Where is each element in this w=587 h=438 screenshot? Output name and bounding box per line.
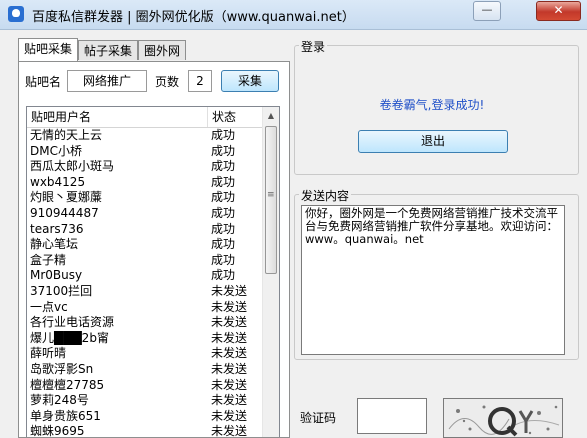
list-item-status: 未发送 xyxy=(211,408,248,423)
list-item-username: 爆儿███2b甯 xyxy=(30,330,109,345)
list-item[interactable]: 单身贵族651 未发送 xyxy=(27,409,263,425)
tieba-collect-panel: 贴吧名 网络推广 页数 2 采集 贴吧用户名 状态 无情的天上云 成功 DMC小桥成… xyxy=(18,61,290,438)
scrollbar-thumb[interactable] xyxy=(265,126,277,274)
list-item-username: DMC小桥 xyxy=(30,143,82,158)
close-button[interactable]: ✕ xyxy=(536,1,581,21)
column-header-status[interactable]: 状态 xyxy=(208,107,263,127)
list-item-username: 薛听晴 xyxy=(30,346,67,361)
list-item-status: 成功 xyxy=(211,159,236,174)
list-item[interactable]: 萝莉248号 未发送 xyxy=(27,393,263,409)
send-content-legend: 发送内容 xyxy=(299,187,352,204)
scroll-up-icon[interactable]: ▲ xyxy=(263,107,279,124)
list-item[interactable]: 灼眼丶夏娜薕 成功 xyxy=(27,190,263,206)
list-item-username: 灼眼丶夏娜薕 xyxy=(30,190,103,205)
user-list: 贴吧用户名 状态 无情的天上云 成功 DMC小桥 成功 西瓜太郎小斑马 成功 wxb4125… xyxy=(26,106,280,438)
title-bar: 百度私信群发器 | 圈外网优化版（www.quanwai.net） — ✕ xyxy=(0,0,587,30)
list-item-status: 成功 xyxy=(211,190,236,205)
list-item-username: 910944487 xyxy=(30,205,99,220)
list-item[interactable]: 盒子精 成功 xyxy=(27,253,263,269)
list-item[interactable]: 西瓜太郎小斑马 成功 xyxy=(27,159,263,175)
login-legend: 登录 xyxy=(299,38,328,55)
list-item-username: 蜘蛛9695 xyxy=(30,424,85,438)
list-item[interactable]: 910944487 成功 xyxy=(27,206,263,222)
list-item-username: 西瓜太郎小斑马 xyxy=(30,159,115,174)
list-item[interactable]: 37100拦回 未发送 xyxy=(27,284,263,300)
pages-label: 页数 xyxy=(155,75,180,89)
list-item-status: 未发送 xyxy=(211,299,248,314)
list-item-username: tears736 xyxy=(30,221,84,236)
list-item-username: 檀檀檀27785 xyxy=(30,377,105,392)
list-item-status: 成功 xyxy=(211,268,236,283)
list-item[interactable]: 无情的天上云 成功 xyxy=(27,128,263,144)
logout-button[interactable]: 退出 xyxy=(358,130,508,153)
list-item-status: 未发送 xyxy=(211,346,248,361)
minimize-button[interactable]: — xyxy=(473,1,501,21)
captcha-image[interactable] xyxy=(443,398,563,438)
tieba-name-input[interactable]: 网络推广 xyxy=(67,70,147,92)
login-status-message: 卷卷霸气,登录成功! xyxy=(379,98,485,112)
list-item-username: 各行业电话资源 xyxy=(30,315,115,330)
list-item-username: 盒子精 xyxy=(30,252,67,267)
list-item[interactable]: 檀檀檀27785 未发送 xyxy=(27,378,263,394)
list-rows: 无情的天上云 成功 DMC小桥 成功 西瓜太郎小斑马 成功 wxb4125 成功 灼眼丶夏娜薕成… xyxy=(27,128,263,438)
list-item-username: Mr0Busy xyxy=(30,268,83,283)
list-item-username: 无情的天上云 xyxy=(30,128,103,142)
list-item[interactable]: 爆儿███2b甯 未发送 xyxy=(27,331,263,347)
list-item-status: 成功 xyxy=(211,252,236,267)
captcha-noise-graphic xyxy=(444,399,562,437)
list-item-username: wxb4125 xyxy=(30,174,86,189)
list-item-status: 未发送 xyxy=(211,377,248,392)
tab-post-collect[interactable]: 帖子采集 xyxy=(78,40,138,60)
list-item-username: 静心笔坛 xyxy=(30,237,79,252)
list-item-username: 岛歌浮影Sn xyxy=(30,361,94,376)
list-item-username: 萝莉248号 xyxy=(30,393,89,408)
list-item-username: 一点vc xyxy=(30,299,68,314)
list-item-status: 未发送 xyxy=(211,361,248,376)
list-item[interactable]: Mr0Busy 成功 xyxy=(27,268,263,284)
tieba-name-label: 贴吧名 xyxy=(25,75,62,89)
list-item[interactable]: 一点vc 未发送 xyxy=(27,300,263,316)
list-scrollbar[interactable]: ▲ xyxy=(262,107,279,437)
list-item-username: 单身贵族651 xyxy=(30,408,101,423)
list-item-status: 未发送 xyxy=(211,315,248,330)
list-item-status: 未发送 xyxy=(211,283,248,298)
list-item-status: 成功 xyxy=(211,128,236,142)
window-title: 百度私信群发器 | 圈外网优化版（www.quanwai.net） xyxy=(32,10,355,25)
list-item-status: 成功 xyxy=(211,174,236,189)
pages-input[interactable]: 2 xyxy=(188,70,212,92)
list-item[interactable]: wxb4125 成功 xyxy=(27,175,263,191)
list-item[interactable]: 薛听晴 未发送 xyxy=(27,346,263,362)
column-header-username[interactable]: 贴吧用户名 xyxy=(27,107,208,127)
list-item[interactable]: 静心笔坛 成功 xyxy=(27,237,263,253)
list-item-status: 成功 xyxy=(211,205,236,220)
list-item-status: 成功 xyxy=(211,237,236,252)
list-item[interactable]: DMC小桥 成功 xyxy=(27,144,263,160)
captcha-input[interactable] xyxy=(357,398,427,434)
list-header: 贴吧用户名 状态 xyxy=(27,107,263,128)
list-item-status: 未发送 xyxy=(211,393,248,408)
tab-quanwai[interactable]: 圈外网 xyxy=(138,40,186,60)
list-item-status: 成功 xyxy=(211,221,236,236)
list-item[interactable]: 各行业电话资源 未发送 xyxy=(27,315,263,331)
tab-tieba-collect[interactable]: 贴吧采集 xyxy=(18,38,78,61)
captcha-label: 验证码 xyxy=(300,411,337,425)
baidu-paw-icon xyxy=(8,6,24,22)
list-item[interactable]: 岛歌浮影Sn 未发送 xyxy=(27,362,263,378)
collect-button[interactable]: 采集 xyxy=(221,70,279,92)
list-item-status: 未发送 xyxy=(211,330,248,345)
list-item[interactable]: tears736 成功 xyxy=(27,222,263,238)
list-item-status: 未发送 xyxy=(211,424,248,438)
list-item-username: 37100拦回 xyxy=(30,283,93,298)
message-textarea[interactable]: 你好，圈外网是一个免费网络营销推广技术交流平台与免费网络营销推广软件分享基地。欢… xyxy=(301,205,565,355)
list-item[interactable]: 蜘蛛9695 未发送 xyxy=(27,424,263,438)
list-item-status: 成功 xyxy=(211,143,236,158)
